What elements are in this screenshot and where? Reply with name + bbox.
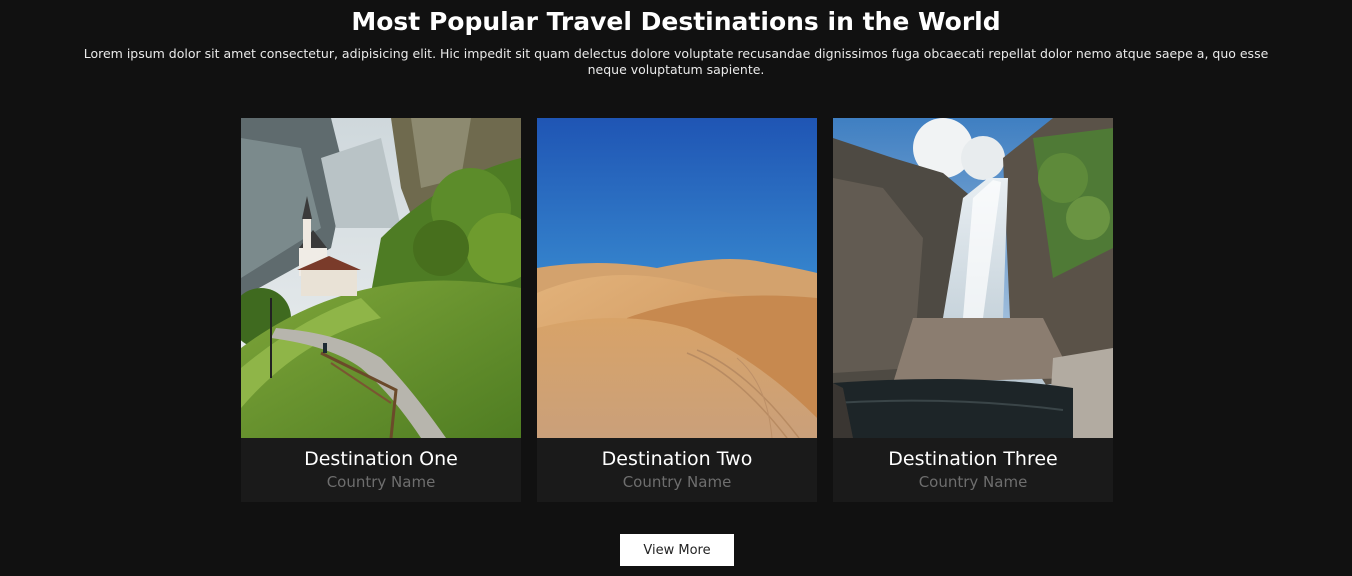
destination-card[interactable]: Destination Two Country Name <box>537 118 817 502</box>
desert-dunes-photo <box>537 118 817 438</box>
card-country: Country Name <box>326 473 436 491</box>
card-title: Destination Two <box>601 448 753 470</box>
card-info: Destination One Country Name <box>241 438 521 502</box>
waterfall-cliff-photo <box>833 118 1113 438</box>
card-info: Destination Three Country Name <box>833 438 1113 502</box>
card-country: Country Name <box>622 473 732 491</box>
page: Most Popular Travel Destinations in the … <box>0 0 1352 576</box>
card-info: Destination Two Country Name <box>537 438 817 502</box>
view-more-button[interactable]: View More <box>620 534 734 566</box>
card-country: Country Name <box>918 473 1028 491</box>
destination-cards: Destination One Country Name Destination… <box>241 118 1113 502</box>
card-title: Destination One <box>304 448 458 470</box>
page-description: Lorem ipsum dolor sit amet consectetur, … <box>83 46 1269 77</box>
page-title: Most Popular Travel Destinations in the … <box>351 7 1001 36</box>
destination-card[interactable]: Destination One Country Name <box>241 118 521 502</box>
destination-card[interactable]: Destination Three Country Name <box>833 118 1113 502</box>
alpine-village-valley-photo <box>241 118 521 438</box>
card-title: Destination Three <box>888 448 1058 470</box>
